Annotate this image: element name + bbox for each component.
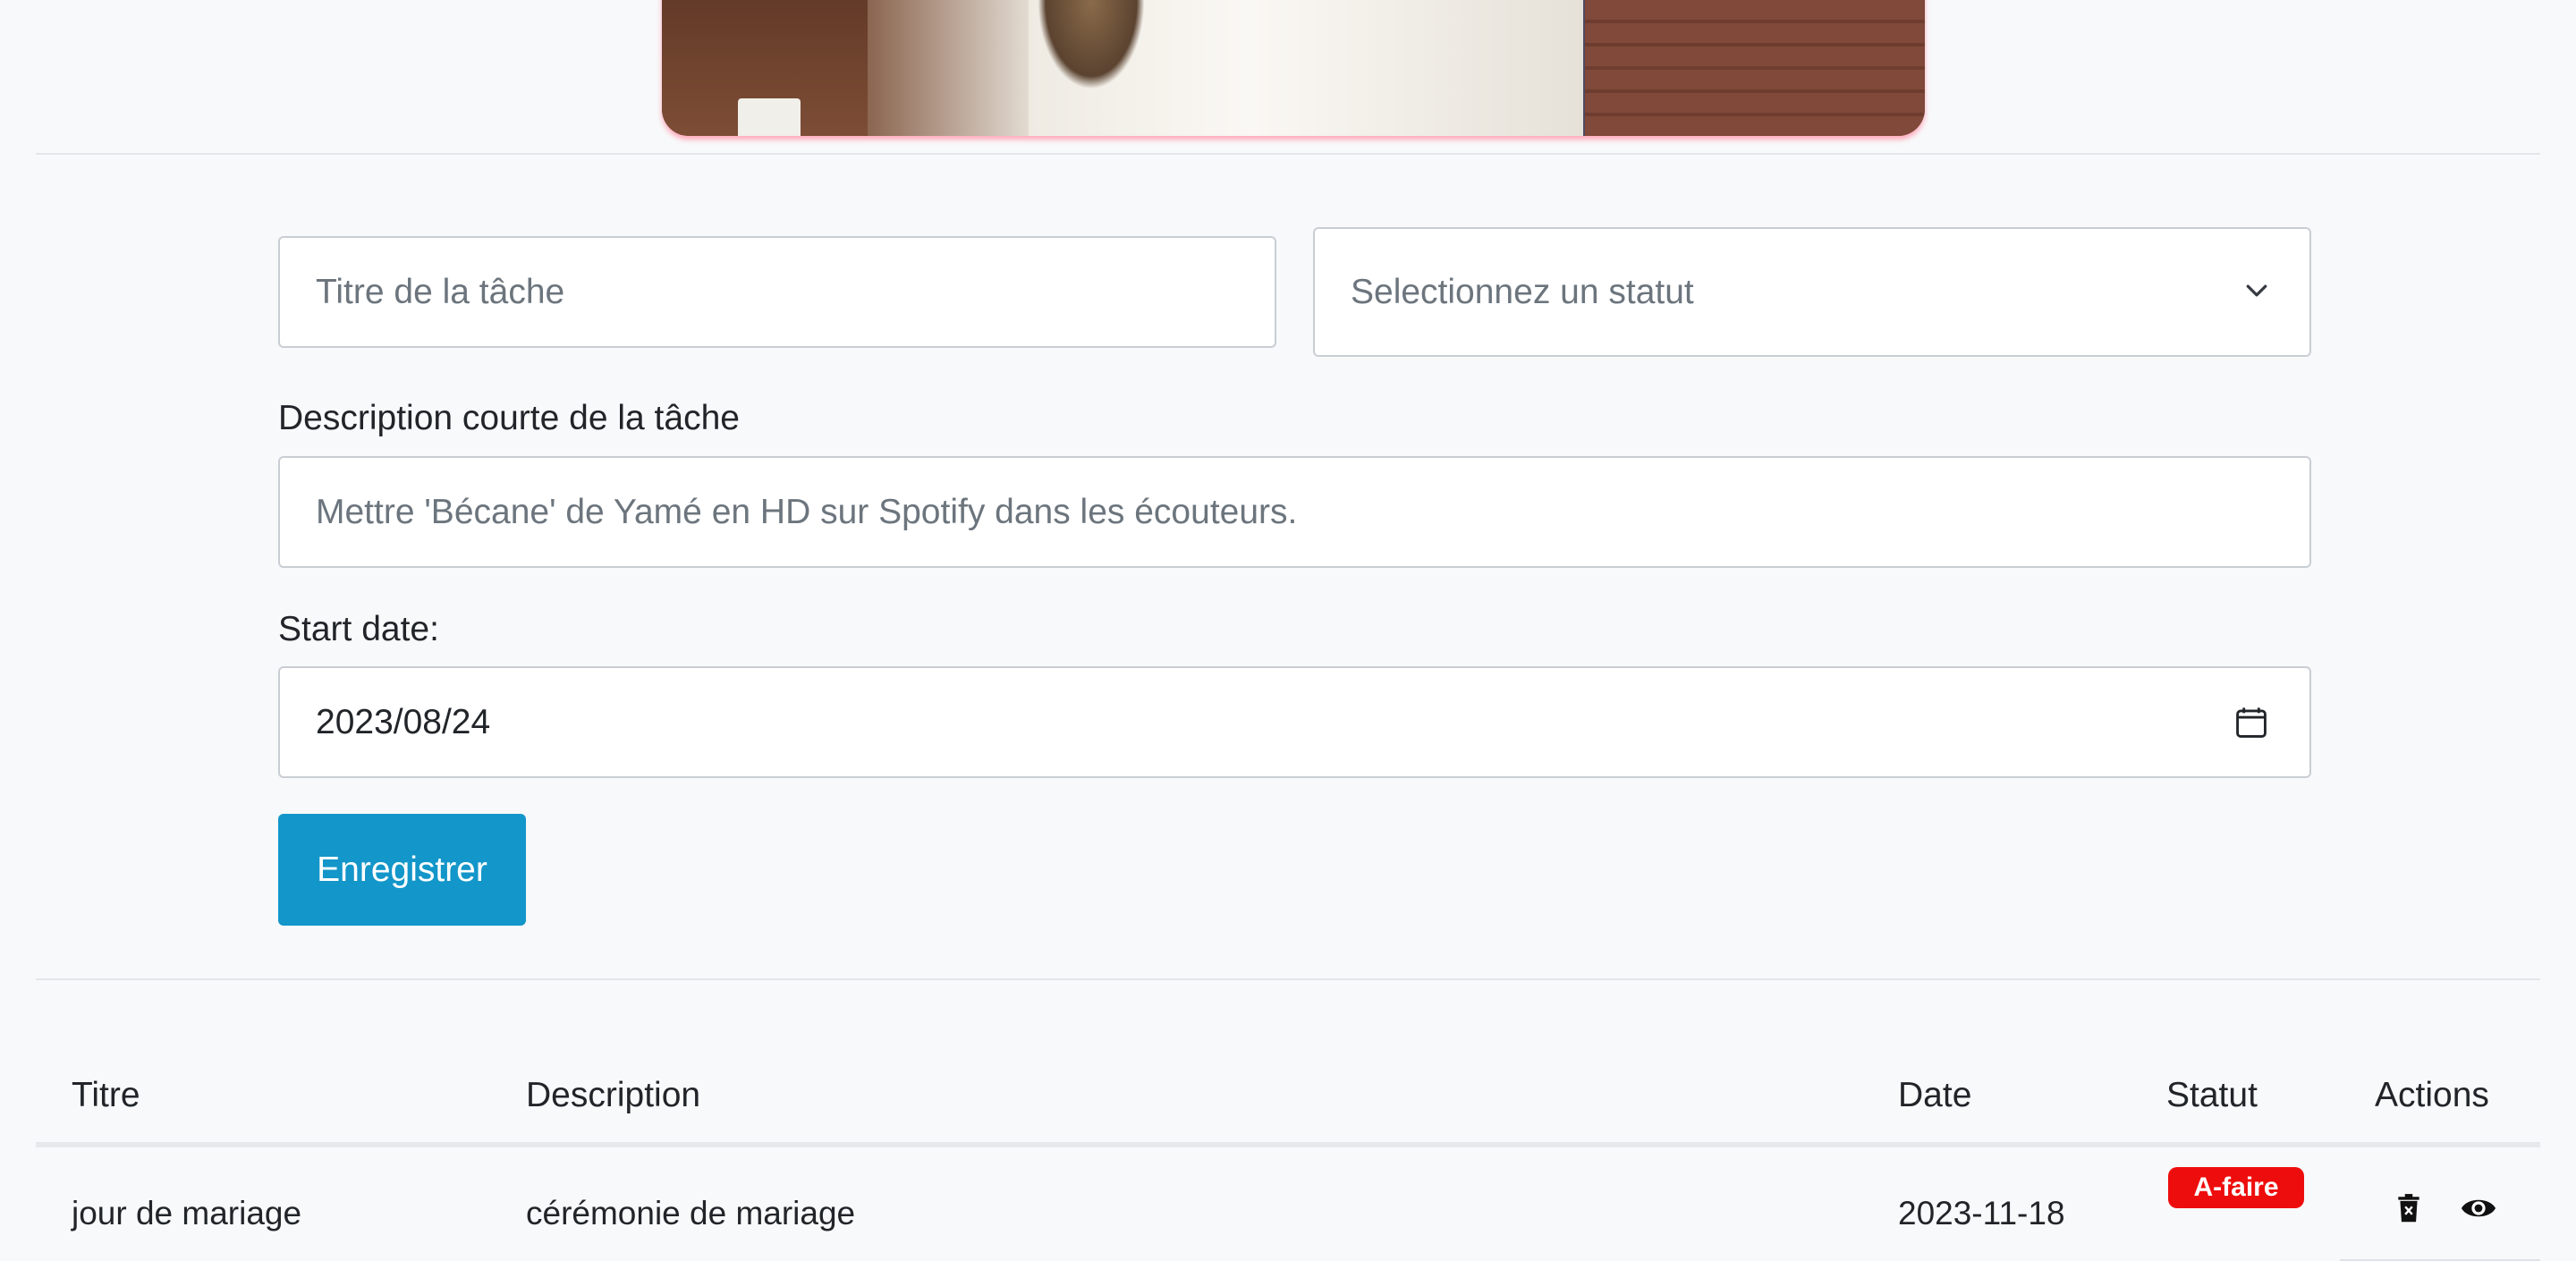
status-select-placeholder: Selectionnez un statut xyxy=(1351,272,1694,311)
column-header-date: Date xyxy=(1898,1076,1972,1114)
task-title-input[interactable]: Titre de la tâche xyxy=(278,236,1276,348)
status-select[interactable]: Selectionnez un statut xyxy=(1313,227,2311,357)
column-header-titre: Titre xyxy=(72,1076,140,1114)
column-header-actions: Actions xyxy=(2375,1076,2489,1114)
chevron-down-icon xyxy=(2246,284,2267,297)
cell-titre: jour de mariage xyxy=(72,1195,302,1231)
save-button[interactable]: Enregistrer xyxy=(278,814,526,926)
eye-icon[interactable] xyxy=(2460,1193,2497,1223)
column-header-statut: Statut xyxy=(2166,1076,2258,1114)
description-placeholder: Mettre 'Bécane' de Yamé en HD sur Spotif… xyxy=(316,492,1298,531)
description-input[interactable]: Mettre 'Bécane' de Yamé en HD sur Spotif… xyxy=(278,456,2311,568)
task-title-placeholder: Titre de la tâche xyxy=(316,272,565,311)
start-date-label: Start date: xyxy=(278,610,439,648)
calendar-icon[interactable] xyxy=(2234,706,2268,740)
divider xyxy=(36,978,2540,980)
cell-date: 2023-11-18 xyxy=(1898,1195,2065,1231)
start-date-value: 2023/08/24 xyxy=(316,702,491,741)
column-header-description: Description xyxy=(526,1076,701,1114)
cell-description: cérémonie de mariage xyxy=(526,1195,856,1231)
description-label: Description courte de la tâche xyxy=(278,399,740,437)
table-header-divider xyxy=(36,1142,2540,1147)
wedding-photo xyxy=(662,0,1925,136)
start-date-input[interactable]: 2023/08/24 xyxy=(278,666,2311,778)
task-page: Titre de la tâche Selectionnez un statut… xyxy=(0,0,2576,1261)
status-badge: A-faire xyxy=(2168,1167,2304,1208)
trash-icon[interactable] xyxy=(2397,1193,2420,1223)
divider xyxy=(36,153,2540,155)
